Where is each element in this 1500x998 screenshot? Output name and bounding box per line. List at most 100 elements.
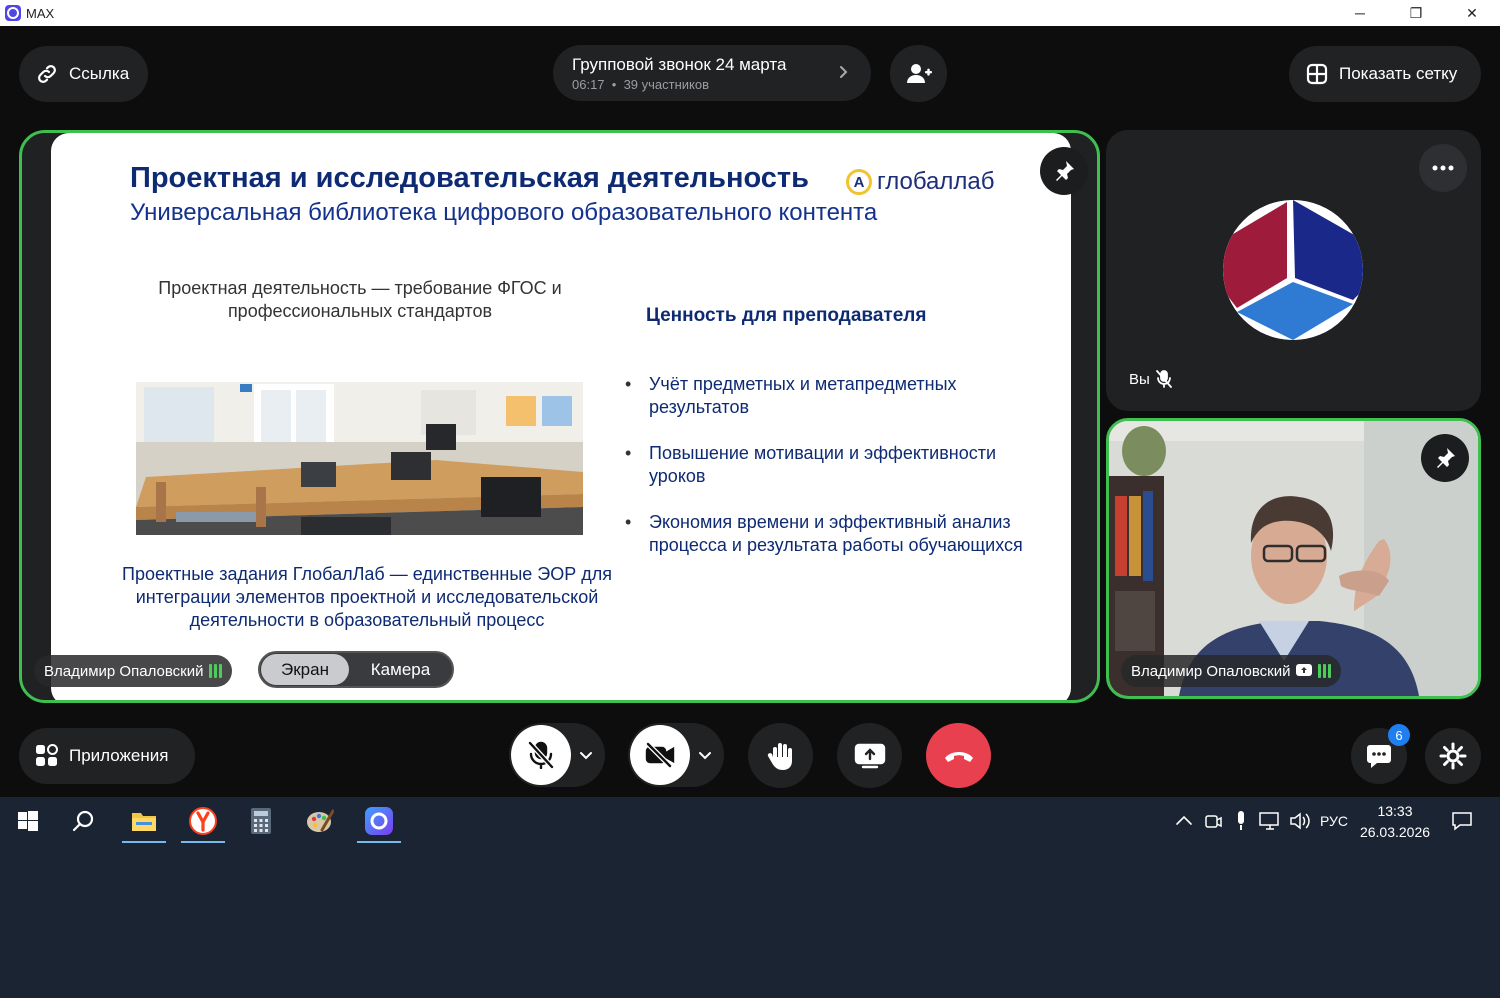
classroom-photo [136,382,583,535]
speaker-name-tag: Владимир Опаловский [1121,655,1342,687]
microphone-toggle-button[interactable] [511,725,571,785]
grid-icon [1306,63,1328,85]
notification-icon [1452,812,1472,831]
self-tile[interactable]: Вы [1106,130,1481,411]
volume-icon[interactable] [1288,810,1312,832]
paint-button[interactable] [296,797,344,845]
speaker-name-tag: Владимир Опаловский [34,655,233,687]
window-controls: ─ ❐ ✕ [1332,0,1500,26]
microphone-options-button[interactable] [571,748,601,762]
mic-muted-icon [528,741,554,769]
system-tray: РУС [1172,797,1348,845]
more-icon [1432,165,1454,171]
windows-logo-icon [18,811,38,831]
slide-bullet: Экономия времени и эффективный анализ пр… [623,511,1023,557]
self-avatar [1223,200,1363,340]
meet-now-icon[interactable] [1202,810,1224,832]
max-app-taskbar-button[interactable] [355,797,403,845]
slide-bullet-list: Учёт предметных и метапредметных результ… [623,373,1023,580]
screen-share-icon [1296,664,1313,676]
show-grid-label: Показать сетку [1339,64,1458,83]
yandex-browser-button[interactable] [179,797,227,845]
clock-time: 13:33 [1377,803,1413,819]
input-language[interactable]: РУС [1320,813,1348,829]
pin-icon [1056,161,1074,181]
share-screen-button[interactable] [837,723,902,788]
camera-toggle-button[interactable] [630,725,690,785]
pin-button[interactable] [1040,147,1088,195]
camera-view-tab[interactable]: Камера [349,660,452,680]
network-icon[interactable] [1258,810,1282,832]
more-options-button[interactable] [1419,144,1467,192]
slide-bullet: Повышение мотивации и эффективности урок… [623,442,1023,488]
audio-level-icon [209,664,223,678]
apps-label: Приложения [69,746,169,765]
running-indicator [357,841,401,843]
camera-options-button[interactable] [690,748,720,762]
presentation-slide: Проектная и исследовательская деятельнос… [51,133,1071,700]
mic-muted-icon [1155,370,1172,388]
chevron-down-icon [580,752,592,760]
copy-link-button[interactable]: Ссылка [19,46,148,102]
raise-hand-button[interactable] [748,723,813,788]
link-icon [38,65,56,83]
audio-level-icon [1318,664,1332,678]
end-call-button[interactable] [926,723,991,788]
globallab-logo: A глобаллаб [846,168,995,196]
running-indicator [122,841,166,843]
chevron-up-icon[interactable] [1172,809,1196,833]
call-meta: 06:17 • 39 участников [572,77,709,92]
taskbar-clock[interactable]: 13:33 26.03.2026 [1355,801,1435,843]
max-app-logo-icon [5,5,21,21]
view-source-toggle: Экран Камера [258,651,454,688]
slide-left-note: Проектные задания ГлобалЛаб — единственн… [122,564,612,630]
screen-share-tile[interactable]: Проектная и исследовательская деятельнос… [19,130,1100,703]
running-indicator [181,841,225,843]
pin-icon [1437,448,1455,468]
speaker-name: Владимир Опаловский [44,662,204,680]
paint-palette-icon [307,809,334,832]
notifications-button[interactable] [1438,797,1486,845]
close-button[interactable]: ✕ [1444,0,1500,26]
hand-icon [767,742,792,770]
slide-bullet: Учёт предметных и метапредметных результ… [623,373,1023,419]
max-app-icon [365,807,393,835]
slide-right-heading: Ценность для преподавателя [646,305,927,326]
minimize-button[interactable]: ─ [1332,0,1388,26]
yandex-browser-icon [189,807,217,835]
clock-date: 26.03.2026 [1359,824,1431,840]
self-name: Вы [1129,370,1150,388]
speaker-name: Владимир Опаловский [1131,662,1291,680]
apps-button[interactable]: Приложения [19,728,195,784]
start-button[interactable] [4,797,52,845]
add-participant-button[interactable] [890,45,947,102]
show-grid-button[interactable]: Показать сетку [1289,46,1481,102]
copy-link-label: Ссылка [69,64,130,83]
settings-button[interactable] [1425,728,1481,784]
desktop-background [0,845,1500,998]
hang-up-icon [944,751,973,762]
participant-count: 39 участников [623,76,710,92]
file-explorer-button[interactable] [120,797,168,845]
search-button[interactable] [60,797,108,845]
pin-button[interactable] [1421,434,1469,482]
folder-icon [132,813,156,831]
search-icon [72,810,94,832]
globallab-logo-icon: A [846,169,872,195]
slide-left-caption: Проектная деятельность — требование ФГОС… [158,278,562,321]
microphone-control [509,723,605,787]
speaker-camera-tile[interactable]: Владимир Опаловский [1106,418,1481,699]
camera-control [628,723,724,787]
share-screen-icon [854,743,885,768]
calculator-button[interactable] [237,797,285,845]
chat-unread-badge: 6 [1388,724,1410,746]
slide-title: Проектная и исследовательская деятельнос… [130,162,809,194]
screen-view-tab[interactable]: Экран [261,654,349,685]
apps-icon [36,744,58,766]
call-info-button[interactable]: Групповой звонок 24 марта 06:17 • 39 уча… [553,45,871,101]
microphone-in-use-icon[interactable] [1230,810,1252,832]
restore-button[interactable]: ❐ [1388,0,1444,26]
call-area: Ссылка Групповой звонок 24 марта 06:17 •… [0,26,1500,797]
window-title: MAX [26,5,55,21]
calculator-icon [251,808,271,834]
